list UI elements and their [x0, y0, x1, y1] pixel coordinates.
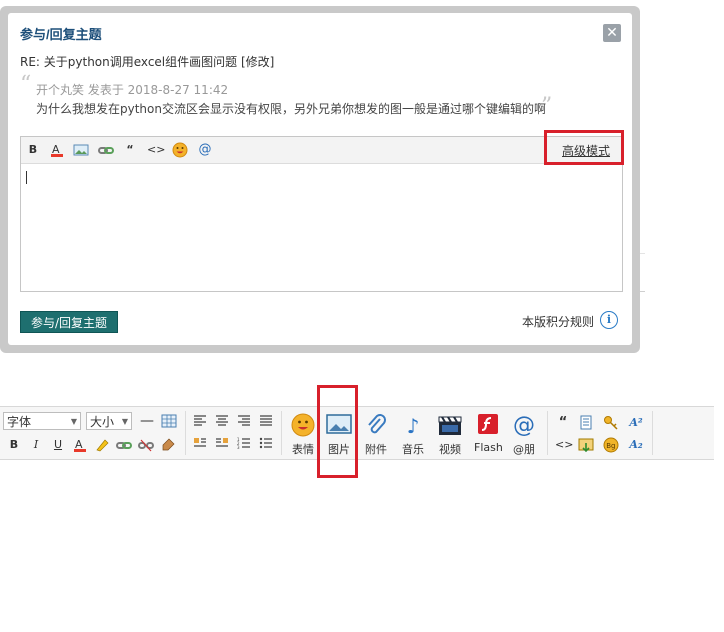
align-justify-icon[interactable] — [258, 415, 274, 431]
clapperboard-icon — [436, 413, 464, 439]
document-icon[interactable] — [578, 415, 594, 431]
toolbar-separator — [652, 411, 653, 455]
quote-body: 为什么我想发在python交流区会显示没有权限，另外兄弟你想发的图一般是通过哪个… — [36, 102, 546, 116]
table-icon[interactable] — [161, 413, 177, 429]
reply-textarea[interactable] — [21, 164, 622, 291]
code-icon[interactable]: <> — [147, 142, 165, 158]
underline-icon[interactable]: U — [50, 437, 66, 453]
toolbar-separator — [185, 411, 186, 455]
reply-editor: B A “ <> @ — [20, 136, 623, 292]
submit-reply-button[interactable]: 参与/回复主题 — [20, 311, 118, 333]
float-right-icon[interactable] — [214, 437, 230, 453]
quote-open-mark: “ — [20, 72, 32, 97]
float-left-icon[interactable] — [192, 437, 208, 453]
toolbar-separator — [281, 411, 282, 455]
text-caret — [26, 171, 27, 184]
code-icon[interactable]: <> — [555, 437, 573, 453]
link-icon[interactable] — [98, 142, 114, 158]
editor-toolbar: B A “ <> @ — [21, 137, 622, 164]
bold-icon[interactable]: B — [6, 437, 22, 453]
font-color-icon[interactable]: A — [72, 437, 88, 453]
smiley-icon[interactable] — [172, 142, 188, 158]
unordered-list-icon[interactable] — [258, 437, 274, 453]
align-left-icon[interactable] — [192, 415, 208, 431]
chevron-down-icon: ▼ — [121, 417, 128, 426]
free-content-icon[interactable] — [578, 437, 594, 453]
background-color-icon[interactable]: Bg — [603, 437, 619, 453]
svg-text:3: 3 — [237, 445, 240, 449]
font-color-icon[interactable]: A — [49, 142, 65, 158]
bold-icon[interactable]: B — [25, 142, 41, 158]
align-center-icon[interactable] — [214, 415, 230, 431]
image-icon[interactable] — [73, 142, 89, 158]
subscript-icon[interactable]: A₂ — [628, 437, 644, 453]
highlight-box — [317, 385, 358, 478]
toolbar-separator — [547, 411, 548, 455]
link-icon[interactable] — [116, 437, 132, 453]
paperclip-icon — [362, 413, 390, 439]
video-button[interactable]: 视频 — [436, 413, 464, 457]
close-button[interactable]: ✕ — [603, 24, 621, 42]
align-right-icon[interactable] — [236, 415, 252, 431]
key-icon[interactable] — [603, 415, 619, 431]
music-button[interactable]: ♪ 音乐 — [399, 413, 427, 457]
mention-button[interactable]: @ @朋 — [510, 413, 538, 457]
clear-format-icon[interactable] — [160, 437, 176, 453]
quote-icon[interactable]: “ — [122, 142, 138, 158]
svg-text:Bg: Bg — [606, 442, 615, 450]
quote-close-mark: ” — [541, 94, 553, 119]
highlight-icon[interactable] — [94, 437, 110, 453]
music-note-icon: ♪ — [406, 414, 420, 438]
ordered-list-icon[interactable]: 123 — [236, 437, 252, 453]
font-family-select[interactable]: 字体 ▼ — [3, 412, 81, 430]
quote-icon[interactable]: “ — [555, 415, 571, 431]
highlight-box — [544, 130, 624, 165]
flash-icon — [474, 413, 502, 439]
at-icon: @ — [513, 413, 535, 438]
reply-subject: RE: 关于python调用excel组件画图问题 [修改] — [20, 55, 275, 69]
dialog-title: 参与/回复主题 — [20, 27, 102, 42]
attachment-button[interactable]: 附件 — [362, 413, 390, 457]
italic-icon[interactable]: I — [28, 437, 44, 453]
superscript-icon[interactable]: A² — [628, 415, 644, 431]
info-icon[interactable]: i — [600, 311, 618, 329]
smiley-icon — [289, 413, 317, 439]
unlink-icon[interactable] — [138, 437, 154, 453]
emoji-button[interactable]: 表情 — [289, 413, 317, 457]
horizontal-rule-icon[interactable]: — — [139, 413, 155, 429]
credit-rules-link[interactable]: 本版积分规则 — [522, 313, 594, 330]
quote-header: 开个丸笑 发表于 2018-8-27 11:42 — [36, 83, 229, 97]
font-size-select[interactable]: 大小 ▼ — [86, 412, 132, 430]
at-icon[interactable]: @ — [197, 142, 213, 158]
flash-button[interactable]: Flash — [474, 413, 503, 454]
chevron-down-icon: ▼ — [70, 417, 77, 426]
